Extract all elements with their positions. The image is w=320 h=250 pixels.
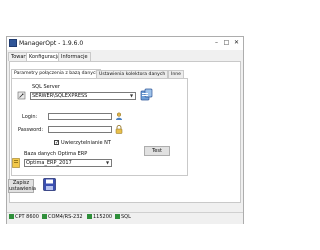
server-icon [17, 91, 26, 100]
database-value: Optima_ERP_2017 [26, 160, 72, 166]
test-button[interactable]: Test [144, 146, 170, 156]
tab-connection-params[interactable]: Parametry połączenia z bazą danych [11, 69, 102, 78]
close-icon[interactable]: ✕ [232, 39, 241, 47]
chevron-down-icon[interactable]: ▼ [128, 93, 135, 99]
tab-other[interactable]: Inne [168, 70, 185, 78]
login-label: Login: [22, 114, 38, 120]
sql-server-value: SERWER\SQLEXPRESS [32, 93, 88, 99]
baud-icon [87, 214, 92, 219]
tab-collector-settings[interactable]: Ustawienia kolektora danych [96, 70, 169, 78]
database-icon [115, 214, 120, 219]
nt-auth-label: Uwierzytelnianie NT [61, 140, 111, 146]
status-baud: 115200 [87, 214, 112, 221]
device-icon [9, 214, 14, 219]
sql-server-label: SQL Server [32, 84, 60, 90]
minimize-icon[interactable]: – [212, 39, 221, 47]
save-settings-button[interactable]: Zapisz ustawienia [8, 179, 36, 193]
user-icon [115, 112, 123, 120]
tab-informacje[interactable]: Informacje [58, 52, 91, 61]
chevron-down-icon[interactable]: ▼ [104, 160, 111, 166]
save-settings-line2: ustawienia [9, 185, 36, 192]
password-label: Password: [18, 127, 44, 133]
save-icon[interactable] [43, 178, 56, 191]
database-label: Baza danych Optima ERP [24, 151, 88, 157]
sql-server-combo[interactable]: SERWER\SQLEXPRESS ▼ [30, 92, 136, 100]
login-field[interactable] [48, 113, 112, 120]
maximize-icon[interactable]: □ [222, 39, 231, 47]
database-combo[interactable]: Optima_ERP_2017 ▼ [24, 159, 112, 167]
status-device: CPT 8600 [9, 214, 39, 221]
app-icon [9, 39, 17, 47]
sql-server-browse-icon[interactable] [139, 88, 153, 102]
port-icon [42, 214, 47, 219]
nt-auth-checkbox[interactable]: ✓ [54, 140, 59, 146]
status-port: COM4/RS-232 [42, 214, 83, 221]
status-sql: SQL [115, 214, 131, 221]
window-title: ManagerOpt - 1.9.6.0 [19, 40, 84, 47]
database-icon [12, 158, 20, 168]
password-field[interactable] [48, 126, 112, 133]
lock-icon [115, 125, 123, 134]
